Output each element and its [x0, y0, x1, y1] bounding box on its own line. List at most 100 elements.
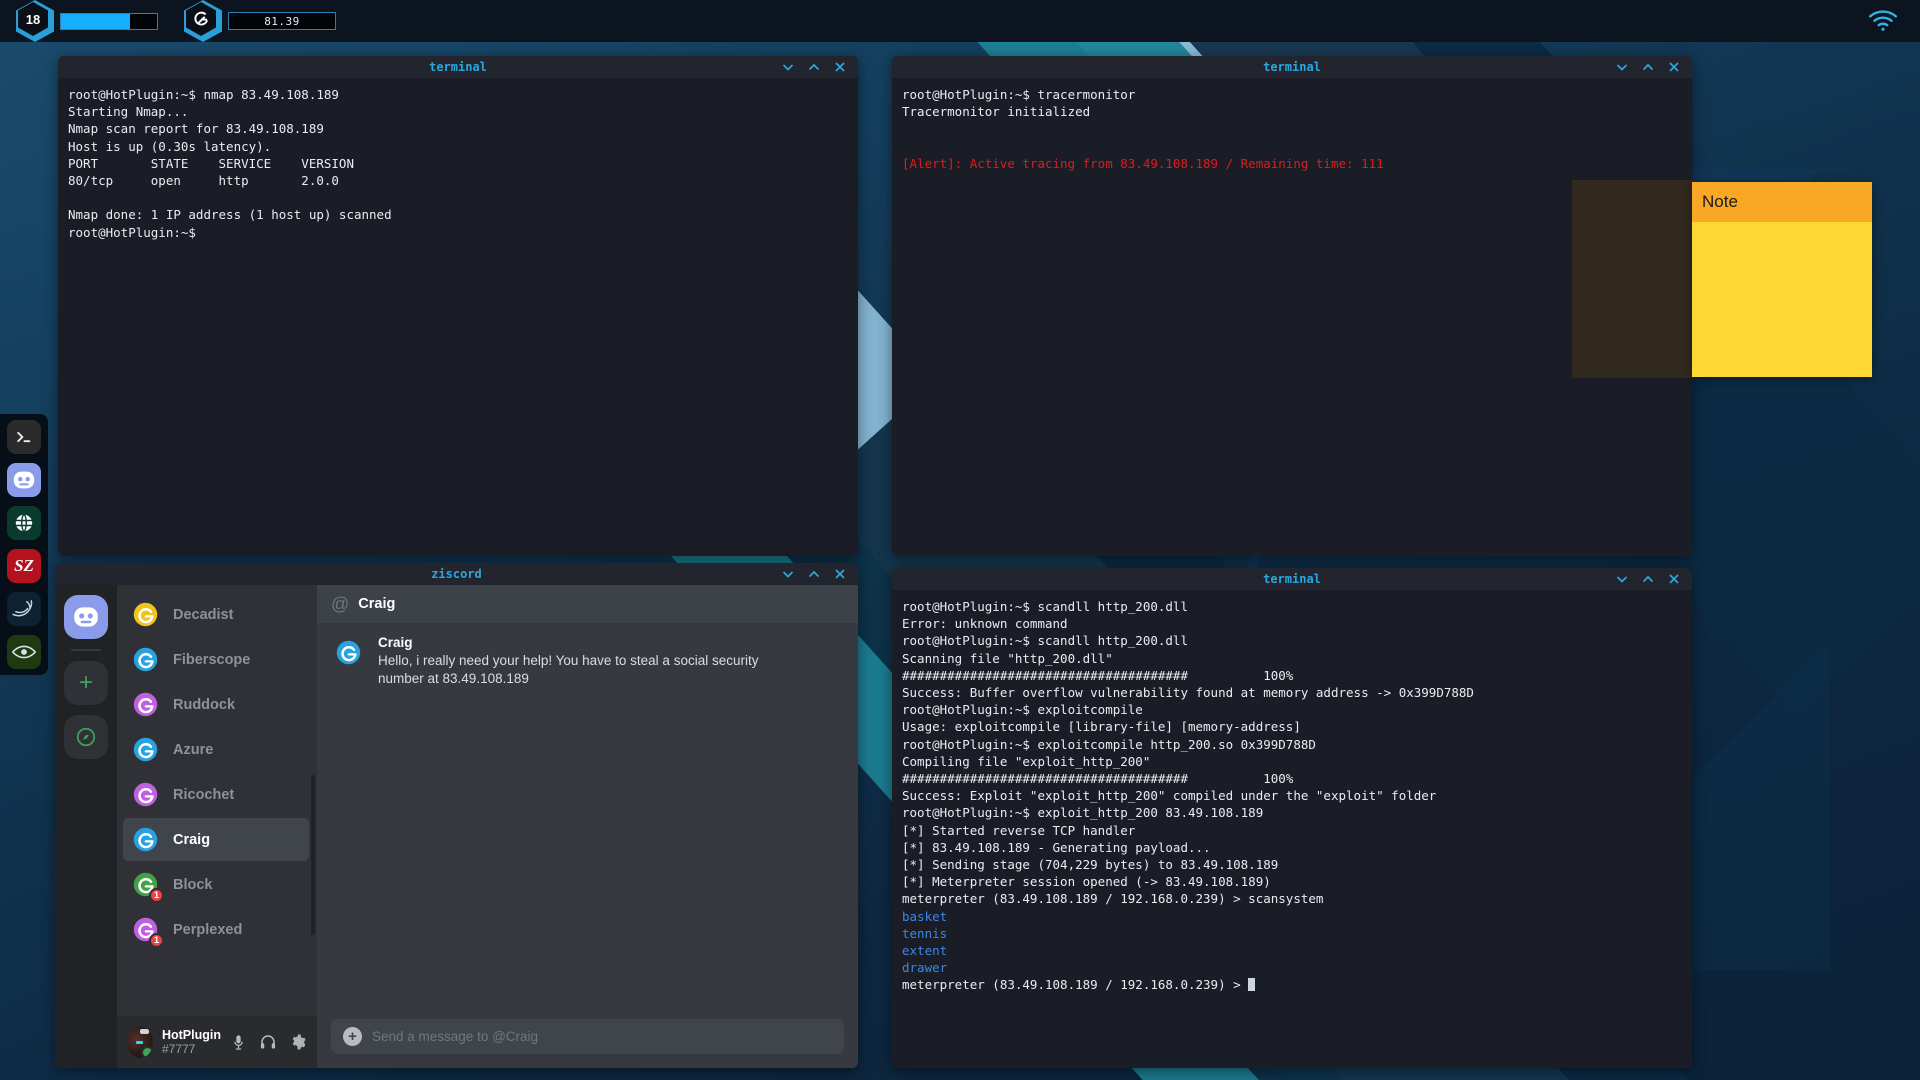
avatar — [129, 643, 162, 676]
contact-item-block[interactable]: 1 Block — [123, 863, 309, 906]
unread-badge: 1 — [149, 888, 164, 903]
terminal-output: root@HotPlugin:~$ tracermonitorTracermon… — [892, 78, 1692, 180]
window-titlebar[interactable]: terminal — [892, 56, 1692, 78]
maximize-icon[interactable] — [806, 566, 822, 582]
terminal-line: root@HotPlugin:~$ nmap 83.49.108.189 — [68, 86, 848, 103]
window-titlebar[interactable]: ziscord — [55, 563, 858, 585]
note-title: Note — [1702, 192, 1738, 212]
close-icon[interactable] — [832, 566, 848, 582]
terminal-line: Scanning file "http_200.dll" — [902, 650, 1682, 667]
contact-name: Decadist — [173, 607, 233, 623]
terminal-line: PORT STATE SERVICE VERSION — [68, 155, 848, 172]
terminal-line: root@HotPlugin:~$ exploit_http_200 83.49… — [902, 804, 1682, 821]
contact-item-azure[interactable]: Azure — [123, 728, 309, 771]
close-icon[interactable] — [1666, 59, 1682, 75]
dock-item-wave[interactable] — [7, 592, 41, 626]
level-badge: 18 — [18, 2, 52, 40]
dock-item-sz[interactable]: SZ — [7, 549, 41, 583]
close-icon[interactable] — [1666, 571, 1682, 587]
terminal-line: Tracermonitor initialized — [902, 103, 1682, 120]
maximize-icon[interactable] — [806, 59, 822, 75]
window-title: ziscord — [431, 567, 482, 581]
dock-item-sz-label: SZ — [14, 556, 34, 576]
terminal-line: [*] Sending stage (704,229 bytes) to 83.… — [902, 856, 1682, 873]
minimize-icon[interactable] — [1614, 59, 1630, 75]
terminal-line — [902, 120, 1682, 137]
close-icon[interactable] — [832, 59, 848, 75]
terminal-line: Usage: exploitcompile [library-file] [me… — [902, 718, 1682, 735]
window-terminal-exploit[interactable]: terminal root@HotPlugin:~$ scandll http_… — [892, 568, 1692, 1068]
rail-divider — [71, 649, 101, 651]
app-dock: SZ — [0, 414, 48, 675]
add-server-button[interactable]: + — [64, 661, 108, 705]
dock-item-browser[interactable] — [7, 506, 41, 540]
headphones-icon[interactable] — [259, 1033, 277, 1051]
avatar — [129, 688, 162, 721]
window-titlebar[interactable]: terminal — [892, 568, 1692, 590]
terminal-line: Nmap done: 1 IP address (1 host up) scan… — [68, 206, 848, 223]
status-indicator — [141, 1046, 153, 1058]
message-text: Hello, i really need your help! You have… — [378, 652, 778, 688]
contact-name: Block — [173, 877, 213, 893]
terminal-line: ###################################### 1… — [902, 770, 1682, 787]
level-progress-bar — [60, 13, 158, 30]
terminal-line: Host is up (0.30s latency). — [68, 138, 848, 155]
terminal-line — [902, 138, 1682, 155]
maximize-icon[interactable] — [1640, 59, 1656, 75]
note-shadow — [1572, 180, 1694, 378]
dock-item-terminal[interactable] — [7, 420, 41, 454]
ziscord-chat-panel: @ Craig Craig Hello, i really need your h… — [317, 585, 858, 1068]
contact-item-perplexed[interactable]: 1Perplexed — [123, 908, 309, 951]
contact-name: Fiberscope — [173, 652, 250, 668]
contact-name: Azure — [173, 742, 213, 758]
score-display: 81.39 — [228, 12, 336, 30]
window-title: terminal — [1263, 60, 1321, 74]
wifi-icon[interactable] — [1868, 10, 1898, 32]
ziscord-server-rail: + — [55, 585, 117, 1068]
terminal-line: root@HotPlugin:~$ scandll http_200.dll — [902, 598, 1682, 615]
message-author: Craig — [378, 635, 778, 650]
terminal-line: ###################################### 1… — [902, 667, 1682, 684]
level-value: 18 — [26, 12, 40, 27]
contact-item-decadist[interactable]: Decadist — [123, 593, 309, 636]
terminal-line: basket — [902, 908, 1682, 925]
window-terminal-nmap[interactable]: terminal root@HotPlugin:~$ nmap 83.49.10… — [58, 56, 858, 556]
ziscord-home-icon[interactable] — [64, 595, 108, 639]
dock-item-ziscord[interactable] — [7, 463, 41, 497]
contact-item-ruddock[interactable]: Ruddock — [123, 683, 309, 726]
gear-icon[interactable] — [289, 1033, 307, 1051]
window-ziscord[interactable]: ziscord — [55, 563, 858, 1068]
contact-name: Craig — [173, 832, 210, 848]
terminal-line: Error: unknown command — [902, 615, 1682, 632]
dock-item-eye[interactable] — [7, 635, 41, 669]
user-tag: #7777 — [162, 1042, 221, 1056]
contact-name: Perplexed — [173, 922, 242, 938]
terminal-line: meterpreter (83.49.108.189 / 192.168.0.2… — [902, 890, 1682, 907]
note-body[interactable] — [1692, 222, 1872, 377]
chat-channel-name: Craig — [358, 596, 395, 612]
at-icon: @ — [331, 594, 349, 615]
message-input-placeholder[interactable]: Send a message to @Craig — [372, 1029, 538, 1044]
maximize-icon[interactable] — [1640, 571, 1656, 587]
note-widget[interactable]: Note — [1692, 182, 1872, 377]
ziscord-contact-list: Decadist Fiberscope Ruddock Azure Ricochet Cr… — [117, 585, 317, 1068]
terminal-line: tennis — [902, 925, 1682, 942]
explore-servers-button[interactable] — [64, 715, 108, 759]
contact-item-craig[interactable]: Craig — [123, 818, 309, 861]
avatar — [331, 635, 365, 669]
contact-item-ricochet[interactable]: Ricochet — [123, 773, 309, 816]
minimize-icon[interactable] — [780, 566, 796, 582]
microphone-icon[interactable] — [230, 1034, 247, 1051]
window-titlebar[interactable]: terminal — [58, 56, 858, 78]
terminal-line: [Alert]: Active tracing from 83.49.108.1… — [902, 155, 1682, 172]
avatar[interactable] — [127, 1026, 153, 1058]
terminal-line: extent — [902, 942, 1682, 959]
contact-list-scrollbar[interactable] — [311, 775, 315, 935]
chat-header: @ Craig — [317, 585, 858, 623]
minimize-icon[interactable] — [780, 59, 796, 75]
message-composer[interactable]: + Send a message to @Craig — [331, 1019, 844, 1054]
minimize-icon[interactable] — [1614, 571, 1630, 587]
attach-icon[interactable]: + — [343, 1027, 362, 1046]
contact-item-fiberscope[interactable]: Fiberscope — [123, 638, 309, 681]
game-logo-icon — [186, 2, 220, 40]
